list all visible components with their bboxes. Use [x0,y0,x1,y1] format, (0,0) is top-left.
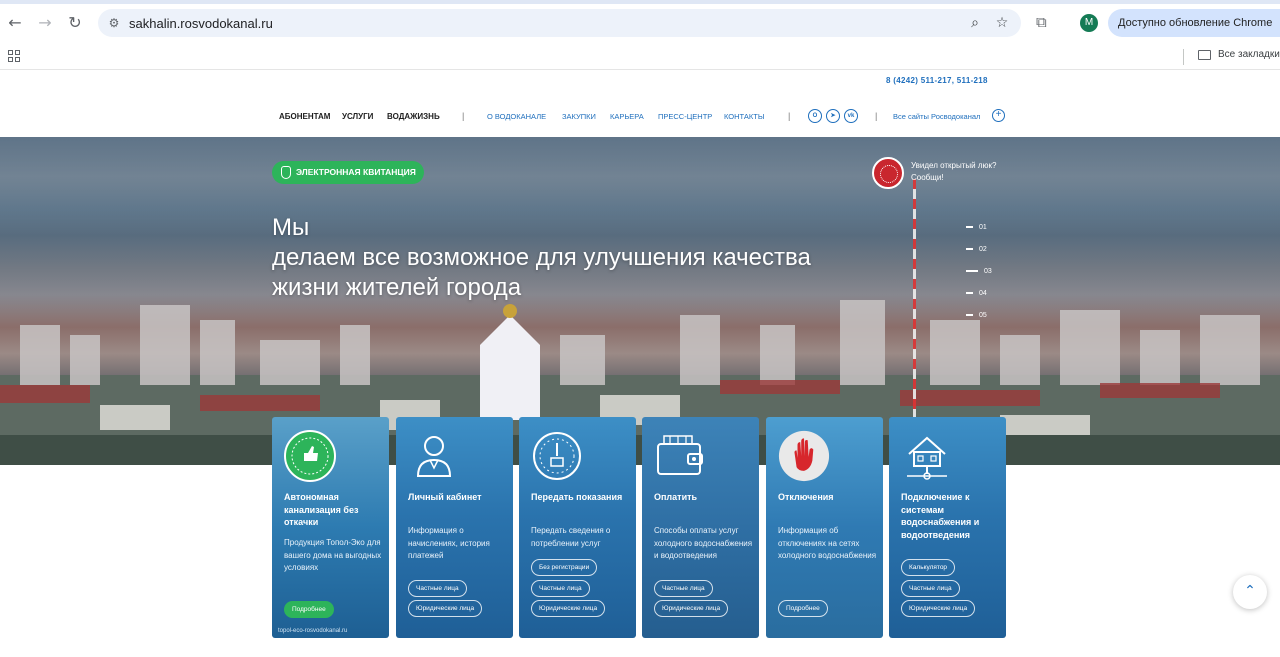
chrome-update-button[interactable]: Доступно обновление Chrome [1108,9,1280,37]
hero-banner: ЭЛЕКТРОННАЯ КВИТАНЦИЯ Мы делаем все возм… [0,137,1280,465]
private-persons-button[interactable]: Частные лица [901,580,960,597]
forward-button[interactable]: → [35,13,55,33]
slide-dot-04[interactable]: 04 [966,290,987,297]
hero-title-line: Мы [272,214,310,241]
card-description: Информация об отключениях на сетях холод… [778,526,877,560]
menu-zakupki[interactable]: ЗАКУПКИ [562,112,596,121]
legal-entities-button[interactable]: Юридические лица [408,600,483,617]
card-personal-account[interactable]: Личный кабинет Информация о начислениях,… [396,417,513,638]
card-footer-link[interactable]: topol-eco-rosvodokanal.ru [278,628,347,634]
telegram-icon[interactable]: ➤ [826,109,840,123]
folder-icon[interactable] [1198,50,1211,60]
card-title: Автономная канализация без откачки [284,492,359,527]
card-title: Отключения [778,492,834,502]
back-button[interactable]: ← [5,13,25,33]
menu-vodazhizn[interactable]: ВОДАЖИЗНЬ [387,112,440,121]
zoom-icon[interactable]: ⌕ [966,14,984,32]
slide-number: 03 [984,268,992,275]
slide-number: 01 [979,224,987,231]
tab-strip-edge [0,0,1280,4]
menu-press-center[interactable]: ПРЕСС-ЦЕНТР [658,112,712,121]
menu-uslugi[interactable]: УСЛУГИ [342,112,373,121]
vk-icon[interactable]: vk [844,109,858,123]
scroll-to-top-button[interactable]: ⌃ [1233,575,1267,609]
apps-grid-icon[interactable] [8,50,20,62]
menu-separator: | [875,111,878,121]
cathedral [480,315,540,420]
legal-entities-button[interactable]: Юридические лица [531,600,606,617]
menu-separator: | [462,111,465,121]
all-sites-link[interactable]: Все сайты Росводоканал [893,112,980,121]
card-title: Личный кабинет [408,492,482,502]
card-connection[interactable]: Подключение к системам водоснабжения и в… [889,417,1006,638]
site-header: 8 (4242) 511-217, 511-218 АБОНЕНТАМ УСЛУ… [0,70,1280,137]
url-text[interactable]: sakhalin.rosvodokanal.ru [129,16,273,31]
card-description: Информация о начислениях, история платеж… [408,526,490,560]
slide-number: 04 [979,290,987,297]
card-outages[interactable]: Отключения Информация об отключениях на … [766,417,883,638]
menu-abonentam[interactable]: АБОНЕНТАМ [279,112,330,121]
e-receipt-label: ЭЛЕКТРОННАЯ КВИТАНЦИЯ [296,167,416,177]
receipt-icon [281,166,291,179]
slide-dot-02[interactable]: 02 [966,246,987,253]
private-persons-button[interactable]: Частные лица [408,580,467,597]
hero-title-line: жизни жителей города [272,274,522,301]
bookmark-star-icon[interactable]: ☆ [993,14,1011,32]
more-button[interactable]: Подробнее [778,600,828,617]
card-title: Подключение к системам водоснабжения и в… [901,492,980,540]
slide-number: 02 [979,246,987,253]
card-autonomous-sewage[interactable]: Автономная канализация без откачки Проду… [272,417,389,638]
card-title: Оплатить [654,492,698,502]
profile-avatar[interactable]: M [1080,14,1098,32]
card-description: Продукция Топол-Эко для вашего дома на в… [284,538,382,572]
hand-stop-icon [778,430,830,482]
legal-entities-button[interactable]: Юридические лица [901,600,976,617]
slide-dot-03[interactable]: 03 [966,268,992,275]
bookmarks-bar: Все закладки [0,46,1280,70]
private-persons-button[interactable]: Частные лица [654,580,713,597]
slide-dot-05[interactable]: 05 [966,312,987,319]
topas-badge-icon [284,430,336,482]
slide-number: 05 [979,312,987,319]
menu-separator: | [788,111,791,121]
ok-icon[interactable]: О [808,109,822,123]
e-receipt-button[interactable]: ЭЛЕКТРОННАЯ КВИТАНЦИЯ [272,161,424,184]
card-title: Передать показания [531,492,623,502]
private-persons-button[interactable]: Частные лица [531,580,590,597]
browser-toolbar: ← → ↻ ⚙ sakhalin.rosvodokanal.ru ⌕ ☆ ⧉ M… [0,0,1280,46]
manhole-report-icon[interactable] [872,157,904,189]
card-description: Передать сведения о потреблении услуг [531,526,611,548]
phone-number[interactable]: 8 (4242) 511-217, 511-218 [886,76,988,85]
calculator-button[interactable]: Калькулятор [901,559,956,576]
house-connection-icon [907,436,947,480]
meter-icon [533,432,581,480]
card-submit-readings[interactable]: Передать показания Передать сведения о п… [519,417,636,638]
address-bar[interactable]: ⚙ sakhalin.rosvodokanal.ru ⌕ ☆ [98,9,1021,37]
all-bookmarks-link[interactable]: Все закладки [1218,49,1280,60]
manhole-report-text[interactable]: Увидел открытый люк? Сообщи! [911,160,996,184]
card-pay[interactable]: Оплатить Способы оплаты услуг холодного … [642,417,759,638]
reload-button[interactable]: ↻ [65,13,85,33]
wallet-icon [657,435,703,475]
menu-o-vodokanale[interactable]: О ВОДОКАНАЛЕ [487,112,546,121]
site-info-icon[interactable]: ⚙ [106,15,122,31]
extensions-icon[interactable]: ⧉ [1036,13,1054,31]
hero-title-line: делаем все возможное для улучшения качес… [272,244,811,271]
manhole-report-line: Увидел открытый люк? [911,161,997,170]
hero-title: Мы делаем все возможное для улучшения ка… [272,213,872,303]
menu-karera[interactable]: КАРЬЕРА [610,112,644,121]
legal-entities-button[interactable]: Юридические лица [654,600,729,617]
no-registration-button[interactable]: Без регистрации [531,559,598,576]
card-description: Способы оплаты услуг холодного водоснабж… [654,526,753,560]
user-icon [416,436,452,477]
more-button[interactable]: Подробнее [284,601,334,618]
slide-dot-01[interactable]: 01 [966,224,987,231]
plus-circle-icon[interactable]: + [992,109,1005,122]
bookmarks-separator [1183,49,1184,65]
menu-kontakty[interactable]: КОНТАКТЫ [724,112,764,121]
manhole-report-line: Сообщи! [911,173,944,182]
